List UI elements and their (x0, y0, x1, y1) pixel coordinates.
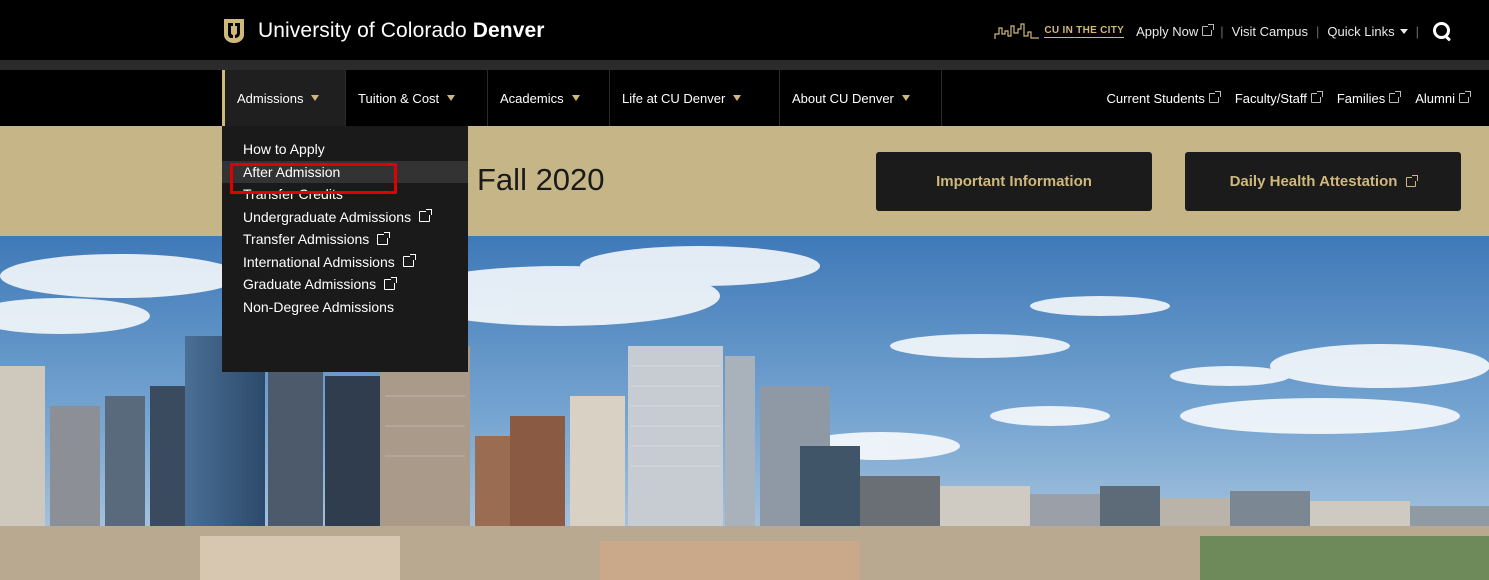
main-nav: Admissions Tuition & Cost Academics Life… (0, 70, 1489, 126)
nav-about-cu-denver[interactable]: About CU Denver (780, 70, 942, 126)
highlight-box (230, 163, 397, 194)
cu-in-the-city-label: CU IN THE CITY (1044, 24, 1125, 38)
nav-tuition-cost[interactable]: Tuition & Cost (346, 70, 488, 126)
nav-life-at-cu-denver[interactable]: Life at CU Denver (610, 70, 780, 126)
menu-item-non-degree-admissions[interactable]: Non-Degree Admissions (222, 296, 468, 319)
menu-item-international-admissions[interactable]: International Admissions (222, 251, 468, 274)
separator: | (1415, 23, 1419, 39)
faculty-staff-link[interactable]: Faculty/Staff (1234, 90, 1323, 106)
caret-down-icon (571, 95, 580, 101)
current-students-link[interactable]: Current Students (1106, 90, 1221, 106)
caret-down-icon (901, 95, 910, 101)
cu-in-the-city-link[interactable]: CU IN THE CITY (994, 22, 1125, 40)
button-label: Important Information (936, 173, 1092, 190)
external-link-icon (1208, 91, 1221, 103)
external-link-icon (377, 231, 391, 245)
important-information-button[interactable]: Important Information (876, 152, 1152, 211)
nav-academics[interactable]: Academics (488, 70, 610, 126)
audience-links: Current Students Faculty/Staff Families … (1091, 70, 1471, 126)
caret-down-icon (447, 95, 456, 101)
cu-logo-icon (222, 18, 246, 44)
banner-title: Fall 2020 (477, 162, 605, 197)
header-divider (0, 60, 1489, 70)
link-label: Families (1336, 90, 1386, 106)
nav-label: Academics (500, 90, 564, 106)
caret-down-icon (733, 95, 742, 101)
external-link-icon (1310, 91, 1323, 103)
external-link-icon (1202, 24, 1215, 36)
quick-links-dropdown[interactable]: Quick Links (1327, 23, 1408, 39)
brand-name: University of Colorado Denver (258, 19, 545, 43)
skyline-icon (994, 23, 1040, 39)
link-label: Current Students (1106, 90, 1205, 106)
nav-label: Life at CU Denver (622, 90, 726, 106)
external-link-icon (1389, 91, 1402, 103)
separator: | (1316, 23, 1320, 39)
separator: | (1220, 23, 1224, 39)
menu-item-label: How to Apply (243, 141, 325, 158)
brand-name-regular: University of Colorado (258, 19, 473, 42)
menu-item-label: International Admissions (243, 253, 395, 270)
brand-logo-link[interactable]: University of Colorado Denver (222, 16, 545, 46)
search-icon[interactable] (1431, 20, 1453, 42)
apply-now-link[interactable]: Apply Now (1136, 23, 1215, 39)
menu-item-transfer-admissions[interactable]: Transfer Admissions (222, 228, 468, 251)
apply-now-label: Apply Now (1136, 23, 1199, 39)
chevron-down-icon (1399, 28, 1408, 34)
external-link-icon (1406, 174, 1419, 187)
menu-item-label: Transfer Admissions (243, 231, 370, 248)
families-link[interactable]: Families (1336, 90, 1402, 106)
daily-health-attestation-button[interactable]: Daily Health Attestation (1185, 152, 1461, 211)
top-bar: University of Colorado Denver CU IN THE … (0, 0, 1489, 60)
external-link-icon (419, 209, 433, 223)
button-label: Daily Health Attestation (1229, 173, 1398, 190)
link-label: Faculty/Staff (1234, 90, 1307, 106)
menu-item-label: Graduate Admissions (243, 276, 377, 293)
brand-name-bold: Denver (472, 19, 545, 42)
alumni-link[interactable]: Alumni (1415, 90, 1471, 106)
menu-item-graduate-admissions[interactable]: Graduate Admissions (222, 273, 468, 296)
caret-down-icon (311, 95, 320, 101)
quick-links-label: Quick Links (1327, 23, 1395, 39)
menu-item-undergraduate-admissions[interactable]: Undergraduate Admissions (222, 206, 468, 229)
external-link-icon (402, 254, 416, 268)
visit-campus-label: Visit Campus (1231, 23, 1309, 39)
link-label: Alumni (1415, 90, 1455, 106)
nav-label: Tuition & Cost (358, 90, 440, 106)
menu-item-how-to-apply[interactable]: How to Apply (222, 138, 468, 161)
menu-item-label: Non-Degree Admissions (243, 298, 394, 315)
nav-label: About CU Denver (792, 90, 894, 106)
external-link-icon (1459, 91, 1471, 103)
visit-campus-link[interactable]: Visit Campus (1232, 24, 1308, 39)
nav-label: Admissions (237, 90, 304, 106)
nav-admissions[interactable]: Admissions (222, 70, 346, 126)
menu-item-label: Undergraduate Admissions (243, 208, 412, 225)
utility-nav: CU IN THE CITY Apply Now | Visit Campus … (994, 19, 1453, 43)
external-link-icon (384, 276, 398, 290)
